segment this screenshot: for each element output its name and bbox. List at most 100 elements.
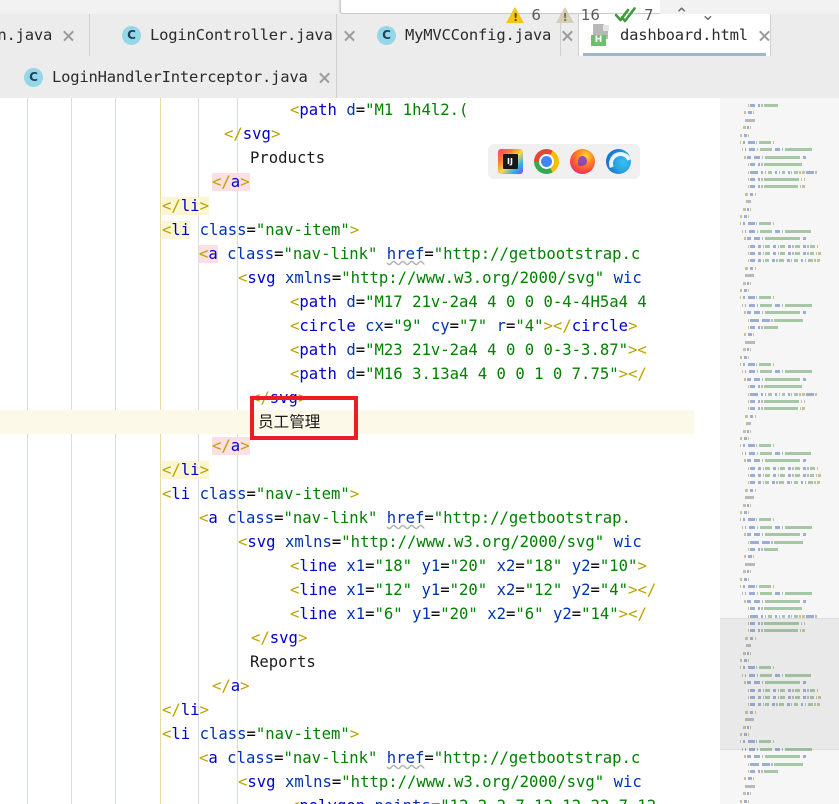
code-token: =	[365, 557, 374, 575]
code-line: <svg xmlns="http://www.w3.org/2000/svg" …	[238, 770, 642, 794]
weak-warning-triangle-icon[interactable]: !	[556, 7, 574, 23]
code-token: y2	[553, 605, 572, 623]
editor-tab-label: dashboard.html	[620, 26, 748, 44]
code-token: class	[227, 749, 274, 767]
code-token	[276, 269, 285, 287]
code-token: x1	[346, 557, 365, 575]
minimap-viewport-lens[interactable]	[720, 618, 839, 750]
code-token: xmlns	[285, 269, 332, 287]
code-token: d	[346, 341, 355, 359]
code-token: =	[450, 317, 459, 335]
code-token: a	[231, 437, 240, 455]
code-token: =	[424, 749, 433, 767]
code-token: li	[181, 701, 200, 719]
checks-count: 7	[644, 6, 654, 24]
code-token: "http://getbootstrap.c	[434, 749, 641, 767]
code-token: d	[346, 365, 355, 383]
tab-close-icon[interactable]	[342, 28, 357, 43]
weak-warnings-count: 16	[581, 6, 600, 24]
code-token	[604, 269, 613, 287]
code-token: >	[350, 221, 359, 239]
code-token: x2	[497, 581, 516, 599]
code-text[interactable]: <path d="M1 1h4l2.(</svg>Products</a></l…	[0, 98, 720, 804]
code-token: =	[356, 101, 365, 119]
firefox-browser-icon[interactable]	[570, 149, 595, 174]
code-token: "nav-item"	[256, 221, 350, 239]
intellij-idea-browser-icon[interactable]	[498, 149, 523, 174]
code-token: path	[299, 101, 337, 119]
code-token: href	[387, 749, 425, 767]
code-token	[337, 341, 346, 359]
code-token: xmlns	[285, 533, 332, 551]
code-token: <	[238, 269, 247, 287]
code-token: <	[290, 365, 299, 383]
code-token: <	[290, 557, 299, 575]
code-token: x2	[497, 557, 516, 575]
code-token: =	[332, 533, 341, 551]
chrome-browser-icon[interactable]	[534, 149, 559, 174]
double-check-icon[interactable]	[615, 6, 637, 24]
code-minimap[interactable]	[720, 98, 839, 804]
code-token: Reports	[250, 653, 316, 671]
code-line: <li class="nav-item">	[162, 482, 359, 506]
chevron-up-icon[interactable]: ⌃	[675, 7, 689, 24]
code-token: "20"	[450, 557, 488, 575]
code-token	[337, 605, 346, 623]
code-line: </svg>	[224, 122, 280, 146]
code-token: li	[181, 197, 200, 215]
error-stripe-column[interactable]	[694, 98, 720, 804]
code-token: "18"	[525, 557, 563, 575]
code-token: cy	[431, 317, 450, 335]
warning-triangle-icon[interactable]: !	[506, 7, 524, 23]
code-token: <	[238, 533, 247, 551]
tab-close-icon[interactable]	[560, 28, 575, 43]
code-token: =	[515, 557, 524, 575]
code-token: y2	[572, 557, 591, 575]
code-token: "M1 1h4l2.(	[365, 101, 468, 119]
tab-close-icon[interactable]	[61, 28, 76, 43]
code-token	[562, 581, 571, 599]
code-token: >	[200, 461, 209, 479]
tab-close-icon[interactable]	[757, 28, 772, 43]
code-token: line	[299, 605, 337, 623]
code-line: </a>	[212, 674, 250, 698]
code-token: a	[208, 509, 217, 527]
code-token: </	[212, 437, 231, 455]
tab-close-icon[interactable]	[317, 70, 332, 85]
code-token: >	[271, 125, 280, 143]
code-token: =	[247, 725, 256, 743]
code-token: "http://www.w3.org/2000/svg"	[341, 533, 604, 551]
code-line: Reports	[250, 650, 316, 674]
code-token: svg	[247, 269, 275, 287]
code-token: li	[171, 725, 190, 743]
editor-tab-tion-java[interactable]: tion.java	[0, 14, 90, 56]
code-token: li	[171, 485, 190, 503]
code-token: wic	[614, 269, 642, 287]
chevron-down-icon[interactable]: ⌄	[701, 7, 715, 24]
code-token: =	[591, 581, 600, 599]
code-line: </li>	[162, 194, 209, 218]
code-token: >	[628, 317, 637, 335]
code-token: </	[212, 677, 231, 695]
open-in-browser-popup[interactable]	[488, 144, 640, 179]
code-token: x1	[346, 581, 365, 599]
code-token: circle	[299, 317, 355, 335]
code-token: "18"	[375, 557, 413, 575]
code-token: >	[350, 485, 359, 503]
inspection-widget[interactable]: ! 6 ! 16 7 ⌃ ⌄	[506, 6, 715, 24]
edge-browser-icon[interactable]	[606, 149, 631, 174]
editor-tab-label: LoginController.java	[150, 26, 333, 44]
code-token: =	[274, 749, 283, 767]
editor-tab-loginhandlerinterceptor-java[interactable]: CLoginHandlerInterceptor.java	[12, 56, 337, 98]
code-token	[377, 509, 386, 527]
editor-tab-logincontroller-java[interactable]: CLoginController.java	[110, 14, 337, 56]
code-editor[interactable]: <path d="M1 1h4l2.(</svg>Products</a></l…	[0, 98, 839, 804]
code-token: >	[619, 605, 628, 623]
code-token: >	[240, 677, 249, 695]
code-token: "9"	[393, 317, 421, 335]
code-token: "12"	[525, 581, 563, 599]
code-token: svg	[270, 629, 298, 647]
code-token: y2	[572, 581, 591, 599]
code-line: </svg>	[251, 386, 307, 410]
java-class-icon: C	[24, 68, 43, 87]
